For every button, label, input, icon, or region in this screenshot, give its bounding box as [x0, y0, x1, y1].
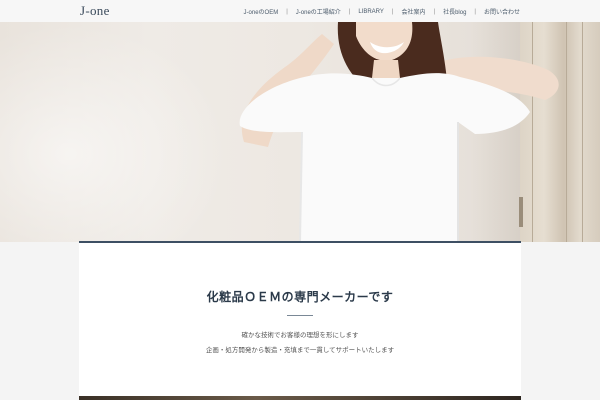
nav-item-blog[interactable]: 社長blog: [443, 7, 466, 16]
model-neck: [372, 60, 400, 78]
site-header: J-one J-oneのOEM | J-oneの工場紹介 | LIBRARY |…: [0, 0, 600, 22]
main-nav: J-oneのOEM | J-oneの工場紹介 | LIBRARY | 会社案内 …: [244, 7, 520, 17]
nav-divider: |: [433, 8, 436, 15]
site-logo[interactable]: J-one: [80, 3, 110, 19]
nav-item-company[interactable]: 会社案内: [401, 7, 425, 16]
nav-divider: |: [391, 8, 394, 15]
nav-divider: |: [474, 8, 476, 15]
model-figure: [239, 22, 559, 242]
nav-item-library[interactable]: LIBRARY: [358, 9, 384, 15]
model-tshirt: [239, 73, 530, 242]
nav-divider: |: [286, 8, 288, 15]
intro-text-line: 確かな技術でお客様の理想を形にします: [241, 332, 359, 339]
nav-item-factory[interactable]: J-oneの工場紹介: [296, 7, 341, 16]
title-divider: [287, 315, 313, 316]
intro-text-line: 企画・処方開発から製造・充填まで一貫してサポートいたします: [205, 347, 395, 354]
nav-divider: |: [348, 8, 351, 15]
intro-panel: 化粧品ＯＥＭの専門メーカーです 確かな技術でお客様の理想を形にします 企画・処方…: [79, 241, 521, 400]
next-section-image-edge: [79, 396, 521, 400]
section-title: 化粧品ＯＥＭの専門メーカーです: [206, 290, 394, 304]
hero-image: [0, 22, 600, 242]
nav-item-oem[interactable]: J-oneのOEM: [244, 7, 279, 16]
nav-item-contact[interactable]: お問い合わせ: [484, 7, 520, 16]
